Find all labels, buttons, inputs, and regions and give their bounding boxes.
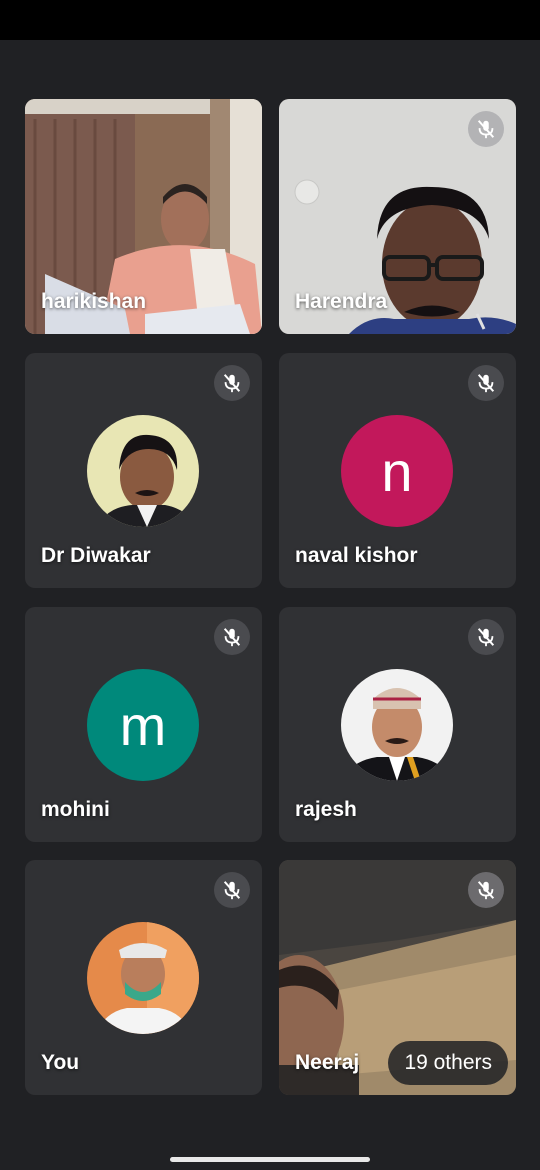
participant-name: rajesh — [295, 798, 357, 821]
avatar-letter: m — [119, 693, 167, 757]
participant-tile-harendra[interactable]: Harendra — [279, 99, 516, 334]
participant-tile-naval-kishor[interactable]: n naval kishor — [279, 353, 516, 588]
avatar-letter: n — [381, 439, 413, 503]
others-count-label: 19 others — [404, 1051, 492, 1074]
microphone-off-icon — [223, 881, 241, 900]
home-gesture-handle[interactable] — [170, 1157, 370, 1162]
participant-name: Neeraj — [295, 1051, 360, 1074]
mute-indicator — [214, 365, 250, 401]
avatar-photo — [87, 922, 199, 1034]
mute-indicator — [214, 619, 250, 655]
mute-indicator — [214, 872, 250, 908]
microphone-off-icon — [477, 628, 495, 647]
participant-name: naval kishor — [295, 544, 418, 567]
participant-tile-neeraj[interactable]: Neeraj 19 others — [279, 860, 516, 1095]
avatar-photo — [341, 669, 453, 781]
navigation-bar — [0, 1148, 540, 1170]
mute-indicator — [468, 111, 504, 147]
mute-indicator — [468, 619, 504, 655]
participant-grid: harikishan Harendra Dr Diwakar n naval k… — [0, 0, 540, 1170]
participant-name: mohini — [41, 798, 110, 821]
participant-name: You — [41, 1051, 80, 1074]
mute-indicator — [468, 872, 504, 908]
mute-indicator — [468, 365, 504, 401]
participant-name: harikishan — [41, 290, 147, 313]
participant-tile-you[interactable]: You — [25, 860, 262, 1095]
participant-name: Dr Diwakar — [41, 544, 151, 567]
participant-tile-harikishan[interactable]: harikishan — [25, 99, 262, 334]
microphone-off-icon — [477, 881, 495, 900]
microphone-off-icon — [477, 374, 495, 393]
participant-name: Harendra — [295, 290, 388, 313]
avatar-initial: m — [87, 669, 199, 781]
participant-tile-rajesh[interactable]: rajesh — [279, 607, 516, 842]
others-count-button[interactable]: 19 others — [388, 1041, 508, 1085]
avatar-initial: n — [341, 415, 453, 527]
participant-tile-dr-diwakar[interactable]: Dr Diwakar — [25, 353, 262, 588]
microphone-off-icon — [477, 120, 495, 139]
avatar-photo — [87, 415, 199, 527]
microphone-off-icon — [223, 628, 241, 647]
participant-tile-mohini[interactable]: m mohini — [25, 607, 262, 842]
microphone-off-icon — [223, 374, 241, 393]
